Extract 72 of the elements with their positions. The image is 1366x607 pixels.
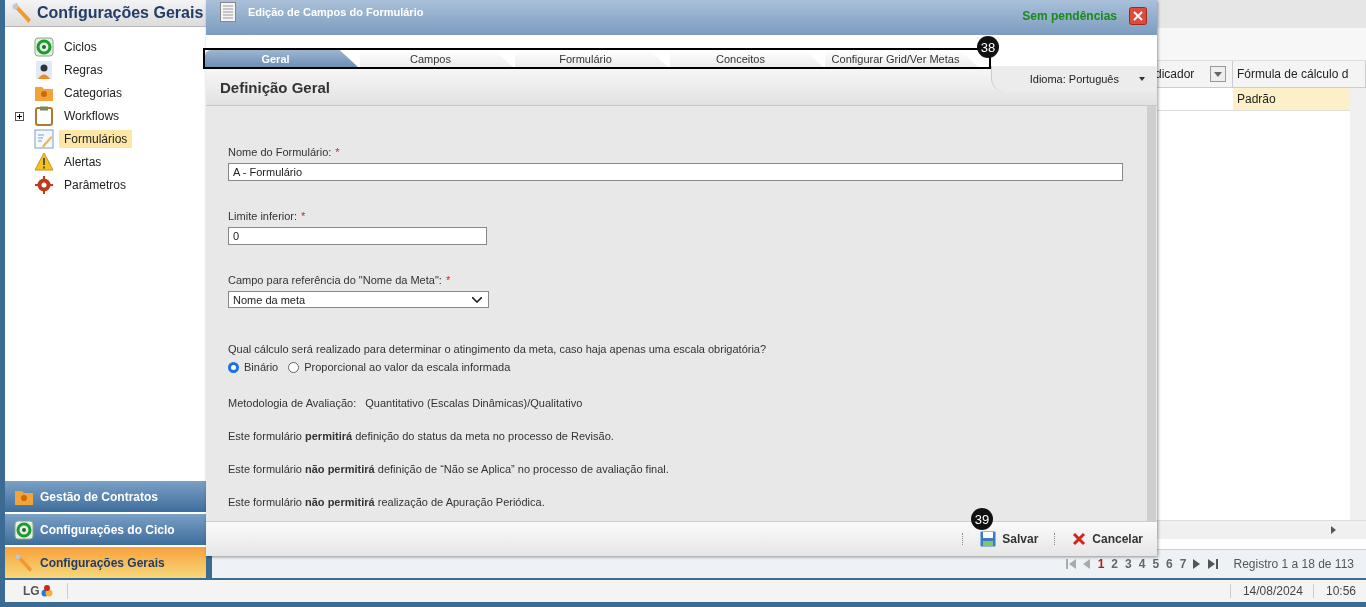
required-mark: * xyxy=(445,274,451,286)
tab[interactable]: Campos xyxy=(360,50,513,67)
select-field[interactable]: Nome da meta xyxy=(228,291,489,308)
sidebar-item[interactable]: Ciclos xyxy=(59,38,102,56)
scrollbar[interactable] xyxy=(1350,88,1366,520)
close-button[interactable] xyxy=(1129,6,1147,25)
radio-option[interactable]: Proporcional ao valor da escala informada xyxy=(288,361,511,373)
field-label: Limite inferior: xyxy=(228,210,298,222)
step-badge: 38 xyxy=(977,36,999,58)
filter-icon[interactable] xyxy=(1210,66,1226,82)
status-time: 10:56 xyxy=(1312,584,1366,598)
page-link[interactable]: 2 xyxy=(1111,557,1119,571)
sidebar-item[interactable]: Alertas xyxy=(59,153,107,171)
clipboard-icon xyxy=(34,106,54,126)
sidebar-item[interactable]: Workflows xyxy=(59,107,125,125)
tab[interactable]: Configurar Grid/Ver Metas xyxy=(825,50,978,67)
logo: LG xyxy=(5,583,68,599)
status-date: 14/08/2024 xyxy=(1229,584,1313,598)
info-sentence: Este formulário não permitirá realização de Apuração Periódica. xyxy=(228,496,546,508)
page-link[interactable]: 3 xyxy=(1125,557,1132,571)
page-link[interactable]: 6 xyxy=(1166,557,1173,571)
accordion-section[interactable]: Configurações do Ciclo xyxy=(5,514,206,545)
page-link[interactable]: 5 xyxy=(1152,557,1160,571)
cancel-button[interactable]: Cancelar xyxy=(1070,530,1145,548)
input-field[interactable]: A - Formulário xyxy=(228,163,1123,181)
expand-icon[interactable] xyxy=(15,111,24,121)
document-icon xyxy=(220,1,236,22)
tab[interactable]: Formulário xyxy=(515,50,668,67)
accordion-section[interactable]: Configurações Gerais xyxy=(5,547,206,578)
radio-option[interactable]: Binário xyxy=(228,361,279,373)
page-link[interactable]: 4 xyxy=(1138,557,1146,571)
input-field[interactable]: 0 xyxy=(228,227,487,245)
methodology-value: Quantitativo (Escalas Dinâmicas)/Qualitativo xyxy=(365,397,583,409)
field-label: Campo para referência do "Nome da Meta": xyxy=(228,274,442,286)
section-title: Definição Geral xyxy=(220,78,331,96)
chevron-down-icon xyxy=(472,296,482,303)
sidebar-item[interactable]: Categorias xyxy=(59,84,128,102)
column-header[interactable]: Fórmula de cálculo d xyxy=(1233,61,1366,87)
scrollbar[interactable] xyxy=(1147,106,1156,521)
wrench-icon xyxy=(14,552,34,573)
status-text: Sem pendências xyxy=(1022,8,1117,23)
info-sentence: Este formulário permitirá definição do status da meta no processo de Revisão. xyxy=(228,430,615,442)
table-cell: Padrão xyxy=(1233,88,1350,110)
wrench-icon xyxy=(11,2,33,24)
dialog-title: Edição de Campos do Formulário xyxy=(248,5,425,18)
save-button[interactable]: Salvar xyxy=(978,529,1041,549)
close-icon xyxy=(1072,532,1087,546)
step-badge: 39 xyxy=(971,508,993,530)
sidebar-item[interactable]: Parâmetros xyxy=(59,176,132,194)
form-edit-icon xyxy=(34,129,54,149)
required-mark: * xyxy=(335,146,340,158)
question-text: Qual cálculo será realizado para determinar o atingimento da meta, caso haja apenas uma escala obrigatória? xyxy=(228,343,768,355)
page-link[interactable]: 1 xyxy=(1097,557,1105,571)
sidebar-item[interactable]: Formulários xyxy=(59,130,133,148)
sidebar-title: Configurações Gerais xyxy=(37,4,204,22)
field-label: Nome do Formulário: xyxy=(228,146,332,158)
methodology-label: Metodologia de Avaliação: xyxy=(228,397,357,409)
next-page-icon[interactable] xyxy=(1193,559,1202,569)
required-mark: * xyxy=(301,210,306,222)
cycle-icon xyxy=(14,519,34,540)
accordion-section[interactable]: Gestão de Contratos xyxy=(5,481,206,512)
sidebar-item[interactable]: Regras xyxy=(59,61,108,79)
tab[interactable]: Conceitos xyxy=(670,50,823,67)
last-page-icon[interactable] xyxy=(1208,559,1219,569)
page-link[interactable]: 7 xyxy=(1179,557,1187,571)
scroll-right-icon[interactable] xyxy=(1331,526,1336,534)
info-sentence: Este formulário não permitirá definição de “Não se Aplica” no processo de avaliação final. xyxy=(228,463,670,475)
warning-icon xyxy=(34,152,54,172)
record-count: Registro 1 a 18 de 113 xyxy=(1233,557,1354,571)
language-dropdown[interactable]: Idioma: Português xyxy=(990,66,1157,92)
cycle-icon xyxy=(34,37,54,57)
person-icon xyxy=(34,60,54,80)
